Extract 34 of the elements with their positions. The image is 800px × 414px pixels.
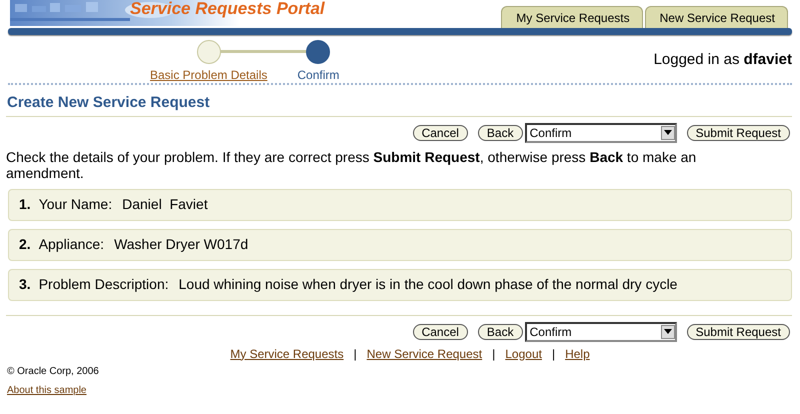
tab[interactable]: New Service Request xyxy=(644,6,788,28)
train-step-label: Confirm xyxy=(297,67,340,84)
footer-link[interactable]: Help xyxy=(565,344,590,362)
footer-link[interactable]: New Service Request xyxy=(366,344,482,362)
instructions-text: Check the details of your problem. If they are correct press Submit Request, otherwise press Back to make an amendment. xyxy=(6,148,698,180)
detail-number: 1. xyxy=(19,195,31,214)
back-button[interactable]: Back xyxy=(478,324,523,340)
detail-value: Washer Dryer W017d xyxy=(114,235,248,254)
footer-link[interactable]: Logout xyxy=(505,344,542,362)
step-select[interactable]: Confirm xyxy=(524,122,677,142)
detail-label: Problem Description: xyxy=(38,275,169,294)
about-link[interactable]: About this sample xyxy=(7,382,86,398)
link-separator: | xyxy=(492,346,496,362)
tab[interactable]: My Service Requests xyxy=(501,6,643,28)
copyright-text: © Oracle Corp, 2006 xyxy=(7,364,100,378)
step-select[interactable]: Confirm xyxy=(524,322,677,342)
link-separator: | xyxy=(552,346,556,362)
detail-value: Loud whining noise when dryer is in the cool down phase of the normal dry cycle xyxy=(178,275,678,294)
cancel-button[interactable]: Cancel xyxy=(412,324,468,340)
link-separator: | xyxy=(354,346,357,362)
train-step-link[interactable]: Basic Problem Details xyxy=(150,66,268,84)
submit-request-button[interactable]: Submit Request xyxy=(686,324,790,340)
footer-link[interactable]: My Service Requests xyxy=(230,344,344,362)
detail-label: Appliance: xyxy=(38,235,104,254)
logged-in-text: Logged in as dfaviet xyxy=(654,50,792,70)
detail-number: 2. xyxy=(19,235,31,254)
detail-label: Your Name: xyxy=(38,195,112,214)
detail-value: Daniel Faviet xyxy=(122,195,208,214)
detail-number: 3. xyxy=(19,275,31,294)
submit-request-button[interactable]: Submit Request xyxy=(686,124,790,140)
cancel-button[interactable]: Cancel xyxy=(412,124,468,140)
page-title: Create New Service Request xyxy=(7,93,211,113)
portal-title: Service Requests Portal xyxy=(130,0,325,18)
back-button[interactable]: Back xyxy=(478,124,523,140)
